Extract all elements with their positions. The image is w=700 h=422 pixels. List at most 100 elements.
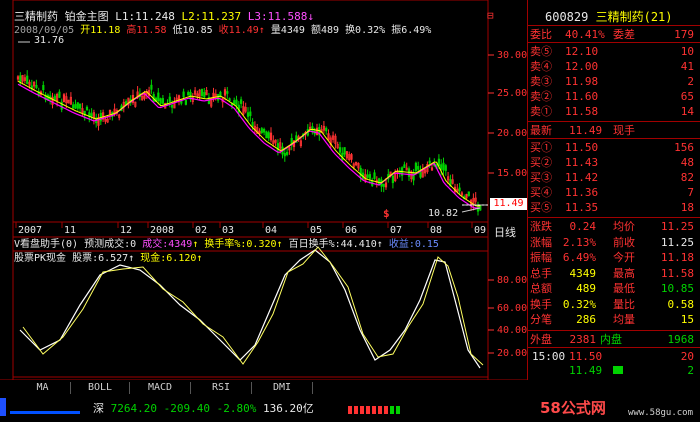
- time-axis-label: 2007: [18, 225, 43, 236]
- stat-label: 最低: [613, 282, 635, 295]
- candle-body: [368, 174, 372, 179]
- market-breadth-bar: [348, 406, 400, 414]
- quote-line: 2008/09/05 开11.18 高11.58 低10.85 收11.49↑ …: [14, 24, 431, 37]
- candle-body: [200, 88, 204, 97]
- index-ticker[interactable]: 深 7264.20 -209.40 -2.80% 136.20亿: [93, 402, 314, 415]
- osc-axis-label: 60.00: [497, 303, 528, 314]
- inner-value: 1968: [667, 333, 695, 346]
- vol-indicator-name[interactable]: V看盘助手(0): [14, 239, 78, 250]
- tab-dmi[interactable]: DMI: [252, 382, 313, 394]
- candle-body: [391, 175, 395, 184]
- quote-high: 高11.58: [126, 25, 167, 36]
- order-price[interactable]: 11.98: [565, 75, 598, 88]
- candle-body: [76, 102, 79, 109]
- period-label[interactable]: 日线: [494, 224, 516, 240]
- status-progress: [10, 411, 80, 414]
- order-price[interactable]: 11.60: [565, 90, 598, 103]
- order-price[interactable]: 12.10: [565, 45, 598, 58]
- tab-rsi[interactable]: RSI: [191, 382, 252, 394]
- candle-body: [382, 183, 385, 187]
- candle-body: [168, 96, 171, 102]
- chart-type[interactable]: 铂金主图: [65, 10, 109, 23]
- down-arrow-icon: ↓: [307, 10, 314, 23]
- candle-body: [159, 98, 162, 104]
- tick-time: 15:00: [532, 350, 566, 363]
- order-price[interactable]: 11.36: [565, 186, 598, 199]
- order-price[interactable]: 11.42: [565, 171, 598, 184]
- vol-hundred: 百日换手%:44.410: [288, 239, 377, 250]
- candle-body: [366, 174, 369, 178]
- kline-chart[interactable]: [0, 0, 527, 380]
- tab-ma[interactable]: MA: [15, 382, 71, 394]
- order-label: 买⑤: [530, 201, 552, 214]
- candle-body: [262, 128, 266, 133]
- stat-label: 最高: [613, 266, 635, 280]
- osc-cash: 现金:6.120: [140, 253, 197, 264]
- order-label: 卖②: [530, 90, 552, 103]
- stat-value: 0.32%: [562, 297, 596, 311]
- l3-value: L3:11.588: [247, 10, 308, 23]
- order-price[interactable]: 11.43: [565, 156, 598, 169]
- osc-axis-label: 80.00: [497, 275, 528, 286]
- order-label: 买②: [530, 156, 552, 169]
- candle-body: [267, 132, 270, 139]
- inner-label: 内盘: [600, 333, 622, 346]
- candle-body: [85, 106, 89, 111]
- stat-label: 均价: [613, 220, 635, 233]
- expand-icon[interactable]: ⊟: [487, 9, 494, 22]
- time-axis-label: 07: [390, 225, 403, 236]
- ticker-index: 7264.20: [110, 402, 157, 415]
- candle-body: [79, 103, 82, 109]
- candle-body: [35, 85, 38, 89]
- order-price[interactable]: 11.50: [565, 141, 598, 154]
- weicha-value: 179: [674, 28, 694, 41]
- outer-label: 外盘: [530, 333, 552, 346]
- candle-body: [458, 187, 461, 192]
- stat-value: 6.49%: [562, 251, 596, 264]
- order-label: 卖①: [530, 105, 552, 118]
- order-price[interactable]: 12.00: [565, 60, 598, 73]
- osc-name[interactable]: 股票PK现金: [14, 253, 66, 264]
- tick-direction-icon: [613, 366, 623, 374]
- candle-body: [182, 91, 185, 98]
- candle-body: [26, 75, 29, 84]
- order-volume: 41: [680, 60, 694, 73]
- tick-vol: 20: [680, 350, 694, 363]
- time-axis-label: 02: [195, 225, 208, 236]
- quote-volume: 量4349: [270, 25, 305, 36]
- stat-value: 0.58: [667, 297, 695, 311]
- order-price[interactable]: 11.35: [565, 201, 598, 214]
- quote-amplitude: 振6.49%: [391, 25, 432, 36]
- stock-name: 三精制药: [14, 10, 58, 23]
- candle-body: [226, 91, 229, 94]
- vol-header: V看盘助手(0) 预测成交:0 成交:4349↑ 换手率%:0.320↑ 百日换…: [14, 238, 439, 251]
- osc-axis-label: 20.00: [497, 348, 528, 359]
- stock-code: 600829: [545, 10, 589, 24]
- tab-boll[interactable]: BOLL: [71, 382, 130, 394]
- status-indicator-icon: [0, 398, 6, 416]
- outer-inner-row: 外盘: [530, 333, 552, 346]
- stat-value: 4349: [569, 266, 597, 280]
- osc-stock: 股票:6.527: [72, 253, 129, 264]
- order-price[interactable]: 11.58: [565, 105, 598, 118]
- ticker-market: 深: [93, 402, 104, 415]
- candle-body: [373, 172, 376, 179]
- tick-price: 11.50: [569, 350, 603, 363]
- panel-title: 600829 三精制药(21): [545, 11, 673, 24]
- candle-body: [233, 100, 236, 105]
- l2-value: L2:11.237: [181, 10, 242, 23]
- time-axis-label: 03: [222, 225, 235, 236]
- up-arrow-icon: ↑: [192, 239, 199, 250]
- order-volume: 2: [687, 75, 694, 88]
- stat-label: 均量: [613, 313, 635, 326]
- candle-body: [161, 98, 165, 104]
- candle-body: [265, 131, 268, 139]
- news-scroller[interactable]: [532, 380, 700, 396]
- tab-macd[interactable]: MACD: [130, 382, 191, 394]
- stat-value: 15: [680, 313, 694, 326]
- order-label: 买①: [530, 141, 552, 154]
- order-volume: 65: [680, 90, 694, 103]
- candle-body: [235, 99, 238, 106]
- up-arrow-icon: ↑: [128, 253, 135, 264]
- candle-body: [217, 94, 220, 101]
